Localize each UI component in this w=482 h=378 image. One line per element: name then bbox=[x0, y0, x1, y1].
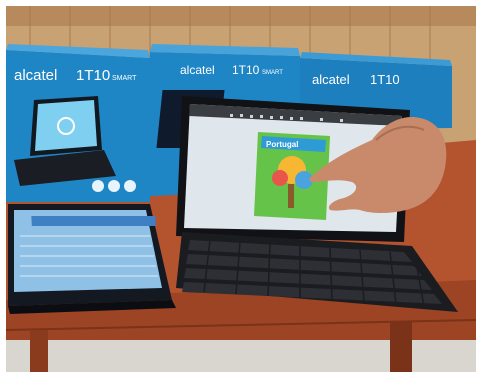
box-right-brand: alcatel bbox=[312, 72, 350, 87]
book-title: Portugal bbox=[266, 140, 298, 149]
box-middle-edition: SMART bbox=[262, 70, 283, 76]
product-box-left: alcatel 1T10 SMART bbox=[6, 44, 150, 202]
box-middle-brand: alcatel bbox=[180, 63, 215, 77]
photo-scene: alcatel 1T10 alcatel 1T10 SMART alcatel … bbox=[0, 0, 482, 378]
scene-illustration: alcatel 1T10 alcatel 1T10 SMART alcatel … bbox=[0, 0, 482, 378]
tablet-left bbox=[8, 204, 176, 314]
tablet-left-toolbar bbox=[31, 216, 156, 226]
wall-trim bbox=[6, 6, 476, 26]
box-right-model: 1T10 bbox=[370, 72, 400, 87]
box-middle-model: 1T10 bbox=[232, 63, 260, 77]
box-left-brand: alcatel bbox=[14, 67, 57, 84]
box-feature-icon-3 bbox=[124, 180, 136, 192]
table-leg-right bbox=[390, 322, 412, 372]
box-left-edition: SMART bbox=[112, 75, 137, 82]
box-feature-icon-2 bbox=[108, 180, 120, 192]
box-feature-icon-1 bbox=[92, 180, 104, 192]
table-leg-left bbox=[30, 330, 48, 372]
box-left-model: 1T10 bbox=[76, 67, 110, 84]
